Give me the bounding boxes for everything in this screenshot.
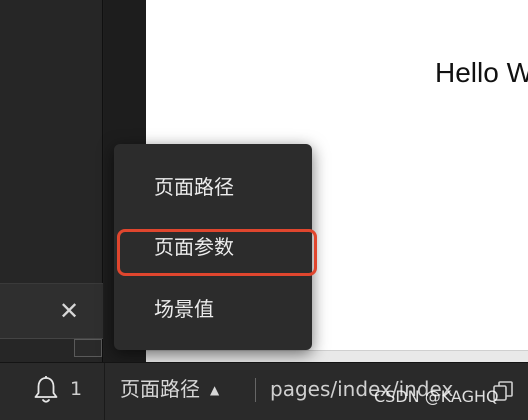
page-info-menu: 页面路径 页面参数 场景值 — [114, 144, 312, 350]
statusbar-separator — [255, 378, 256, 402]
page-path-dropdown[interactable]: 页面路径 ▲ — [120, 374, 219, 405]
close-icon[interactable]: ✕ — [56, 298, 82, 324]
devtools-window: ✕ Hello W 页面路径 页面参数 场景值 1 页面路径 ▲ pages/in… — [0, 0, 528, 420]
menu-item-scene-value[interactable]: 场景值 — [154, 293, 304, 325]
hello-text: Hello W — [435, 57, 528, 88]
bell-icon[interactable] — [32, 375, 60, 405]
notification-count: 1 — [70, 378, 83, 400]
menu-item-page-params[interactable]: 页面参数 — [154, 231, 304, 263]
panel-toolbar — [0, 284, 103, 338]
left-panel: ✕ — [0, 0, 103, 362]
caret-up-icon: ▲ — [210, 383, 220, 397]
page-path-label: 页面路径 — [120, 377, 200, 401]
scrollbar-thumb[interactable] — [74, 339, 102, 357]
simulator-bottom-edge — [146, 350, 528, 362]
watermark: CSDN @KAGHQ — [374, 387, 499, 406]
menu-item-page-path[interactable]: 页面路径 — [154, 171, 304, 203]
statusbar-divider — [104, 363, 105, 420]
